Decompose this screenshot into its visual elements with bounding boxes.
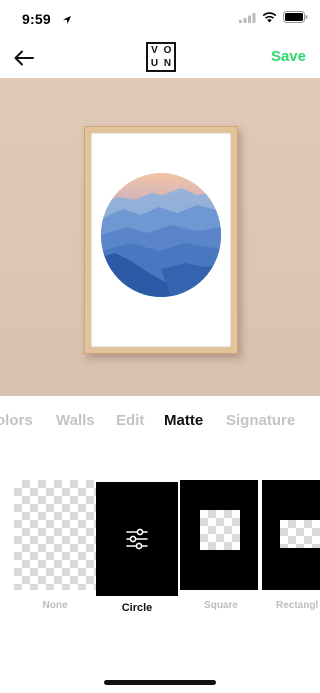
- signal-icon: [239, 10, 256, 28]
- matte-option-label: Square: [204, 600, 238, 611]
- matte-options: None Circle Square Rectangl: [0, 480, 320, 620]
- matte-option-label: None: [42, 600, 68, 611]
- matte-option-circle[interactable]: Circle: [96, 480, 178, 614]
- frame-matte: [91, 133, 231, 347]
- matte-option-label: Rectangl: [276, 600, 319, 611]
- matte-thumb-square: [180, 480, 258, 590]
- matte-option-rectangle[interactable]: Rectangl: [262, 480, 320, 611]
- sliders-icon[interactable]: [125, 528, 149, 550]
- arrow-left-icon: [14, 50, 34, 66]
- matte-thumb-circle: [96, 482, 178, 596]
- tab-colors[interactable]: olors: [0, 412, 33, 429]
- wifi-icon: [262, 10, 277, 28]
- status-bar: 9:59: [0, 0, 320, 38]
- wall-preview: [0, 78, 320, 396]
- status-indicators: [239, 10, 308, 28]
- editor-tabs: olors Walls Edit Matte Signature: [0, 408, 320, 434]
- location-arrow-icon: [62, 12, 74, 24]
- artwork-circle: [101, 173, 221, 297]
- square-cutout: [200, 510, 240, 550]
- matte-option-square[interactable]: Square: [180, 480, 262, 611]
- battery-icon: [283, 10, 308, 28]
- mountain-artwork: [101, 173, 221, 297]
- logo-letter: N: [163, 58, 172, 69]
- logo-letter: U: [150, 58, 159, 69]
- matte-option-label: Circle: [121, 602, 153, 614]
- matte-option-none[interactable]: None: [14, 480, 96, 611]
- tab-edit[interactable]: Edit: [116, 412, 144, 429]
- rectangle-cutout: [280, 520, 320, 548]
- logo-letter: V: [151, 45, 158, 56]
- nav-bar: V O U N Save: [0, 38, 320, 78]
- status-time: 9:59: [22, 11, 51, 27]
- tab-signature[interactable]: Signature: [226, 412, 295, 429]
- back-button[interactable]: [8, 42, 40, 74]
- picture-frame: [84, 126, 238, 354]
- tab-matte[interactable]: Matte: [164, 412, 203, 429]
- matte-thumb-rectangle: [262, 480, 320, 590]
- save-button[interactable]: Save: [271, 48, 306, 65]
- home-indicator: [104, 680, 216, 685]
- matte-thumb-none: [14, 480, 96, 590]
- brand-logo: V O U N: [146, 42, 176, 72]
- tab-walls[interactable]: Walls: [56, 412, 95, 429]
- logo-letter: O: [163, 45, 172, 56]
